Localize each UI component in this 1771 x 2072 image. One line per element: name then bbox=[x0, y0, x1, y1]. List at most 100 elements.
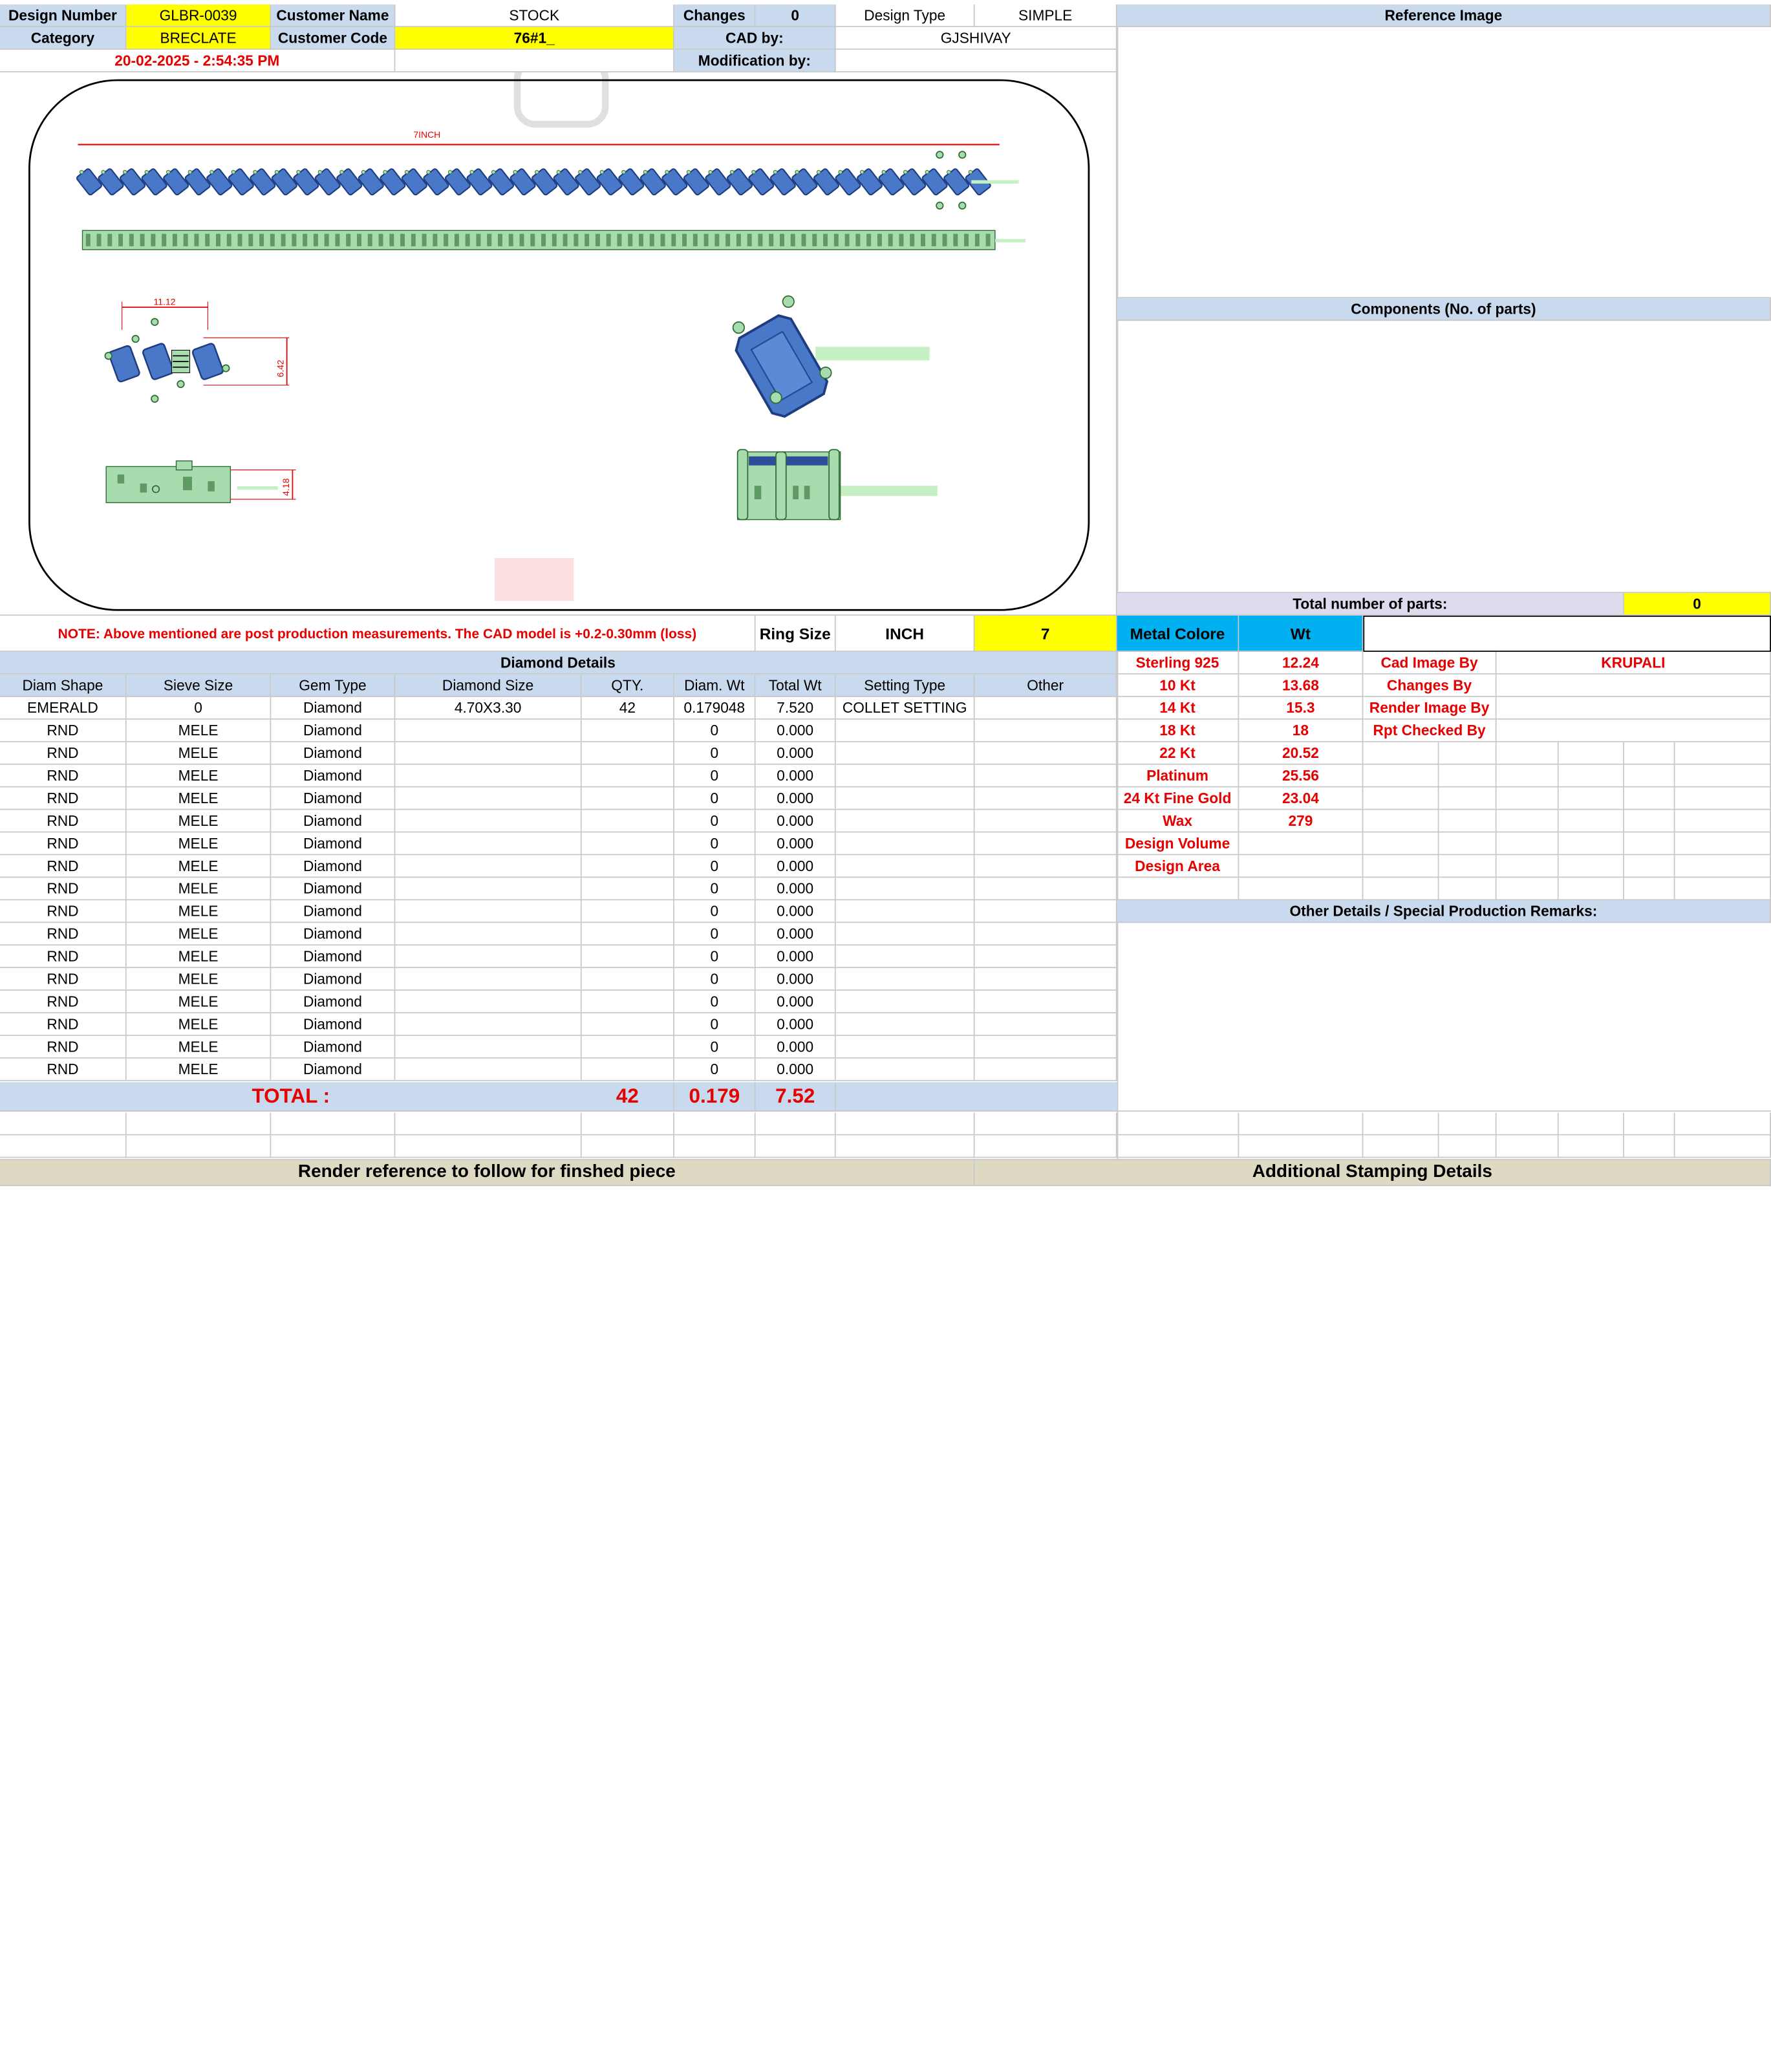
components-area[interactable] bbox=[1117, 321, 1771, 594]
cell-total-wt[interactable]: 0.000 bbox=[755, 787, 836, 810]
cell-setting-type[interactable] bbox=[835, 968, 975, 991]
cell-setting-type[interactable] bbox=[835, 1013, 975, 1036]
customer-name-value[interactable]: STOCK bbox=[395, 4, 674, 27]
cad-by-value[interactable]: GJSHIVAY bbox=[835, 27, 1117, 50]
cell-diamond-size[interactable] bbox=[395, 855, 582, 878]
cell-total-wt[interactable]: 0.000 bbox=[755, 1058, 836, 1081]
cell-gem-type[interactable]: Diamond bbox=[271, 968, 396, 991]
cell-diam-wt[interactable]: 0 bbox=[674, 810, 756, 833]
cell-diamond-size[interactable] bbox=[395, 1058, 582, 1081]
blank-cell[interactable] bbox=[395, 1135, 582, 1158]
cell-gem-type[interactable]: Diamond bbox=[271, 923, 396, 946]
cell-gem-type[interactable]: Diamond bbox=[271, 832, 396, 856]
cell-total-wt[interactable]: 0.000 bbox=[755, 1035, 836, 1059]
blank-cell[interactable] bbox=[1363, 855, 1439, 878]
cell-qty[interactable] bbox=[581, 855, 674, 878]
cell-diam-shape[interactable]: RND bbox=[0, 945, 127, 969]
cell-other[interactable] bbox=[974, 742, 1117, 765]
cell-total-wt[interactable]: 0.000 bbox=[755, 968, 836, 991]
blank-cell[interactable] bbox=[1624, 1135, 1675, 1158]
cell-diamond-size[interactable] bbox=[395, 719, 582, 742]
cell-total-wt[interactable]: 0.000 bbox=[755, 855, 836, 878]
blank-cell[interactable] bbox=[0, 1135, 127, 1158]
cell-gem-type[interactable]: Diamond bbox=[271, 764, 396, 788]
cell-diamond-size[interactable]: 4.70X3.30 bbox=[395, 696, 582, 720]
cell-diam-shape[interactable]: RND bbox=[0, 719, 127, 742]
credit-value[interactable] bbox=[1496, 696, 1771, 720]
blank-cell[interactable] bbox=[1558, 787, 1624, 810]
cell-diam-wt[interactable]: 0 bbox=[674, 719, 756, 742]
cell-gem-type[interactable]: Diamond bbox=[271, 719, 396, 742]
cell-diam-shape[interactable]: RND bbox=[0, 878, 127, 901]
cell-other[interactable] bbox=[974, 1035, 1117, 1059]
cell-other[interactable] bbox=[974, 719, 1117, 742]
metal-weight[interactable]: 18 bbox=[1239, 719, 1364, 742]
cell-gem-type[interactable]: Diamond bbox=[271, 696, 396, 720]
changes-value[interactable]: 0 bbox=[755, 4, 836, 27]
cell-gem-type[interactable]: Diamond bbox=[271, 810, 396, 833]
blank-cell[interactable] bbox=[1496, 855, 1559, 878]
blank-cell[interactable] bbox=[1439, 810, 1497, 833]
cell-diamond-size[interactable] bbox=[395, 1035, 582, 1059]
cell-sieve-size[interactable]: MELE bbox=[126, 878, 272, 901]
cell-qty[interactable]: 42 bbox=[581, 696, 674, 720]
cell-diamond-size[interactable] bbox=[395, 923, 582, 946]
cell-diam-wt[interactable]: 0 bbox=[674, 1058, 756, 1081]
blank-cell[interactable] bbox=[674, 1135, 756, 1158]
blank-cell[interactable] bbox=[1363, 1135, 1439, 1158]
cell-gem-type[interactable]: Diamond bbox=[271, 1013, 396, 1036]
blank-cell[interactable] bbox=[271, 1112, 396, 1136]
cell-sieve-size[interactable]: 0 bbox=[126, 696, 272, 720]
cell-gem-type[interactable]: Diamond bbox=[271, 878, 396, 901]
blank-cell[interactable] bbox=[1558, 764, 1624, 788]
cell-diam-wt[interactable]: 0.179048 bbox=[674, 696, 756, 720]
blank-cell[interactable] bbox=[1239, 1135, 1364, 1158]
blank-cell[interactable] bbox=[1675, 1112, 1771, 1136]
cell-sieve-size[interactable]: MELE bbox=[126, 990, 272, 1013]
blank-cell[interactable] bbox=[1439, 1135, 1497, 1158]
design-type-value[interactable]: SIMPLE bbox=[974, 4, 1117, 27]
cell-other[interactable] bbox=[974, 1058, 1117, 1081]
cell-diam-shape[interactable]: RND bbox=[0, 1035, 127, 1059]
cell-qty[interactable] bbox=[581, 1013, 674, 1036]
cell-other[interactable] bbox=[974, 945, 1117, 969]
cell-diam-shape[interactable]: RND bbox=[0, 742, 127, 765]
cell-setting-type[interactable] bbox=[835, 878, 975, 901]
cell-sieve-size[interactable]: MELE bbox=[126, 719, 272, 742]
cell-setting-type[interactable] bbox=[835, 764, 975, 788]
blank-cell[interactable] bbox=[1439, 742, 1497, 765]
cell-total-wt[interactable]: 0.000 bbox=[755, 1013, 836, 1036]
blank-cell[interactable] bbox=[271, 1135, 396, 1158]
cell-other[interactable] bbox=[974, 878, 1117, 901]
cell-diam-wt[interactable]: 0 bbox=[674, 968, 756, 991]
cell-setting-type[interactable] bbox=[835, 832, 975, 856]
cell-gem-type[interactable]: Diamond bbox=[271, 855, 396, 878]
blank-cell[interactable] bbox=[1439, 1112, 1497, 1136]
blank-cell[interactable] bbox=[1675, 878, 1771, 901]
credit-value[interactable] bbox=[1496, 719, 1771, 742]
blank-cell[interactable] bbox=[1363, 810, 1439, 833]
blank-cell[interactable] bbox=[1675, 787, 1771, 810]
cell-diamond-size[interactable] bbox=[395, 764, 582, 788]
cell-diamond-size[interactable] bbox=[395, 945, 582, 969]
blank-cell[interactable] bbox=[1558, 742, 1624, 765]
cell-total-wt[interactable]: 0.000 bbox=[755, 810, 836, 833]
blank-cell[interactable] bbox=[1675, 1135, 1771, 1158]
blank-cell[interactable] bbox=[1496, 764, 1559, 788]
blank-cell[interactable] bbox=[1239, 1112, 1364, 1136]
cell-diam-shape[interactable]: RND bbox=[0, 787, 127, 810]
blank-cell[interactable] bbox=[1624, 810, 1675, 833]
cell-diam-shape[interactable]: EMERALD bbox=[0, 696, 127, 720]
blank-cell[interactable] bbox=[1496, 810, 1559, 833]
cell-qty[interactable] bbox=[581, 719, 674, 742]
credit-value[interactable] bbox=[1496, 674, 1771, 697]
cell-qty[interactable] bbox=[581, 1035, 674, 1059]
blank-cell[interactable] bbox=[1439, 855, 1497, 878]
blank-cell[interactable] bbox=[1496, 1112, 1559, 1136]
cell-sieve-size[interactable]: MELE bbox=[126, 923, 272, 946]
blank-cell[interactable] bbox=[1558, 1135, 1624, 1158]
cell-qty[interactable] bbox=[581, 742, 674, 765]
blank-cell[interactable] bbox=[1624, 878, 1675, 901]
cell-total-wt[interactable]: 7.520 bbox=[755, 696, 836, 720]
blank-cell[interactable] bbox=[1624, 742, 1675, 765]
